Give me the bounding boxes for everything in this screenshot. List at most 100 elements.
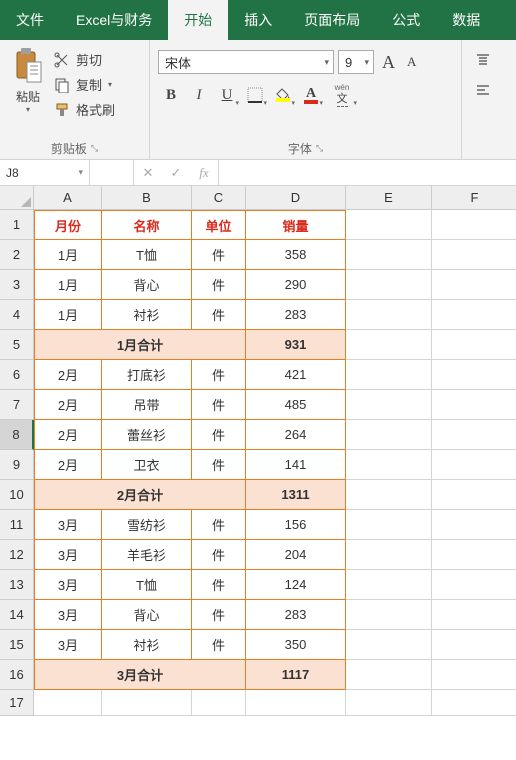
cell[interactable]: 衬衫	[102, 630, 192, 660]
cell[interactable]	[34, 690, 102, 716]
font-size-select[interactable]: 9 ▾	[338, 50, 374, 74]
cell[interactable]: 吊带	[102, 390, 192, 420]
ribbon-tab-页面布局[interactable]: 页面布局	[288, 0, 376, 40]
ribbon-tab-插入[interactable]: 插入	[228, 0, 288, 40]
cell[interactable]: 件	[192, 300, 246, 330]
cell[interactable]	[346, 570, 432, 600]
cell[interactable]	[432, 600, 516, 630]
cell[interactable]	[192, 690, 246, 716]
cell[interactable]: 3月	[34, 540, 102, 570]
cell[interactable]: 销量	[246, 210, 346, 240]
cell[interactable]: 141	[246, 450, 346, 480]
cell[interactable]: 3月	[34, 630, 102, 660]
cell[interactable]	[432, 420, 516, 450]
copy-dropdown-icon[interactable]: ▾	[108, 80, 112, 89]
cell[interactable]	[246, 690, 346, 716]
font-color-button[interactable]: A ▾	[298, 82, 324, 108]
cell[interactable]: 衬衫	[102, 300, 192, 330]
underline-button[interactable]: U▾	[214, 82, 240, 108]
column-header[interactable]: E	[346, 186, 432, 210]
cell[interactable]	[432, 300, 516, 330]
cell[interactable]	[346, 630, 432, 660]
row-header[interactable]: 8	[0, 420, 34, 450]
cell[interactable]	[346, 450, 432, 480]
font-launcher-icon[interactable]: ⤡	[316, 143, 323, 154]
cell[interactable]: 件	[192, 360, 246, 390]
cell[interactable]: 单位	[192, 210, 246, 240]
row-header[interactable]: 7	[0, 390, 34, 420]
cell[interactable]: 1月	[34, 240, 102, 270]
cell[interactable]	[432, 630, 516, 660]
cell[interactable]	[346, 270, 432, 300]
cell[interactable]: 2月合计	[34, 480, 246, 510]
cell[interactable]: 3月	[34, 570, 102, 600]
cell[interactable]: 1117	[246, 660, 346, 690]
formula-confirm-button[interactable]: ✓	[162, 160, 190, 185]
row-header[interactable]: 9	[0, 450, 34, 480]
cell[interactable]: 名称	[102, 210, 192, 240]
cell[interactable]: 件	[192, 540, 246, 570]
bold-button[interactable]: B	[158, 82, 184, 108]
cell[interactable]	[346, 420, 432, 450]
cell[interactable]: 件	[192, 240, 246, 270]
font-name-select[interactable]: 宋体 ▾	[158, 50, 334, 74]
row-header[interactable]: 2	[0, 240, 34, 270]
ribbon-tab-文件[interactable]: 文件	[0, 0, 60, 40]
cell[interactable]: 421	[246, 360, 346, 390]
cell[interactable]: T恤	[102, 240, 192, 270]
cell[interactable]	[346, 660, 432, 690]
cell[interactable]: 羊毛衫	[102, 540, 192, 570]
column-header[interactable]: F	[432, 186, 516, 210]
ribbon-tab-数据[interactable]: 数据	[436, 0, 496, 40]
cell[interactable]	[346, 540, 432, 570]
ribbon-tab-公式[interactable]: 公式	[376, 0, 436, 40]
cell[interactable]	[432, 390, 516, 420]
cell[interactable]: 283	[246, 300, 346, 330]
cell[interactable]	[432, 690, 516, 716]
ribbon-tab-开始[interactable]: 开始	[168, 0, 228, 40]
column-header[interactable]: D	[246, 186, 346, 210]
paste-dropdown-icon[interactable]: ▾	[26, 105, 30, 114]
row-header[interactable]: 4	[0, 300, 34, 330]
row-header[interactable]: 5	[0, 330, 34, 360]
cell[interactable]: 485	[246, 390, 346, 420]
cell[interactable]: 156	[246, 510, 346, 540]
cell[interactable]: 350	[246, 630, 346, 660]
increase-font-button[interactable]: A	[378, 52, 399, 73]
row-header[interactable]: 12	[0, 540, 34, 570]
column-header[interactable]: B	[102, 186, 192, 210]
clipboard-launcher-icon[interactable]: ⤡	[91, 143, 98, 154]
fill-color-button[interactable]: ▾	[270, 82, 296, 108]
cell[interactable]: 2月	[34, 420, 102, 450]
row-header[interactable]: 3	[0, 270, 34, 300]
cell[interactable]: 雪纺衫	[102, 510, 192, 540]
cell[interactable]	[432, 480, 516, 510]
cell[interactable]	[346, 240, 432, 270]
cell-grid[interactable]: 月份名称单位销量1月T恤件3581月背心件2901月衬衫件2831月合计9312…	[34, 210, 516, 716]
cell[interactable]: 背心	[102, 270, 192, 300]
cell[interactable]: 件	[192, 390, 246, 420]
phonetic-guide-button[interactable]: wén文 ▾	[326, 82, 358, 108]
row-header[interactable]: 1	[0, 210, 34, 240]
formula-cancel-button[interactable]: ✕	[134, 160, 162, 185]
cell[interactable]	[346, 600, 432, 630]
cell[interactable]: 264	[246, 420, 346, 450]
cell[interactable]: 2月	[34, 450, 102, 480]
cell[interactable]	[346, 690, 432, 716]
column-header[interactable]: C	[192, 186, 246, 210]
cell[interactable]	[346, 300, 432, 330]
cell[interactable]	[432, 540, 516, 570]
cell[interactable]: 358	[246, 240, 346, 270]
cell[interactable]: 204	[246, 540, 346, 570]
cell[interactable]: 背心	[102, 600, 192, 630]
name-box[interactable]: J8 ▾	[0, 160, 90, 185]
row-header[interactable]: 15	[0, 630, 34, 660]
cell[interactable]: 3月	[34, 510, 102, 540]
select-all-corner[interactable]	[0, 186, 34, 210]
row-header[interactable]: 11	[0, 510, 34, 540]
cell[interactable]: 3月合计	[34, 660, 246, 690]
cell[interactable]: 2月	[34, 390, 102, 420]
cell[interactable]: 1311	[246, 480, 346, 510]
cut-button[interactable]: 剪切	[54, 50, 115, 69]
cell[interactable]	[102, 690, 192, 716]
